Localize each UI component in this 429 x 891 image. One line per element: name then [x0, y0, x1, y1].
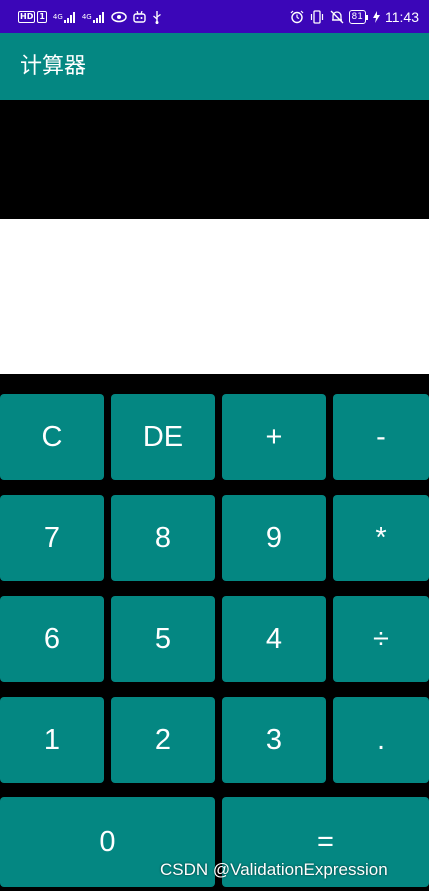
divide-button[interactable]: ÷	[333, 596, 429, 682]
hd-badge: HD	[18, 11, 36, 23]
eye-icon	[110, 11, 127, 23]
digit-5-button[interactable]: 5	[111, 596, 215, 682]
alarm-icon	[290, 10, 304, 24]
digit-9-button[interactable]: 9	[222, 495, 326, 581]
vibrate-icon	[309, 10, 325, 24]
status-bar: HD 1 4G 4G 81 11:43	[0, 0, 429, 33]
battery-icon: 81	[348, 10, 366, 24]
network-type-label-2: 4G	[81, 13, 92, 21]
sim-badge: 1	[37, 11, 47, 23]
charging-icon	[373, 11, 380, 23]
digit-4-button[interactable]: 4	[222, 596, 326, 682]
app-bar: 计算器	[0, 33, 429, 100]
signal-strength-icon-2: 4G	[81, 11, 105, 23]
notification-bot-icon	[133, 11, 146, 23]
battery-level: 81	[351, 12, 363, 22]
digit-3-button[interactable]: 3	[222, 697, 326, 783]
digit-1-button[interactable]: 1	[0, 697, 104, 783]
digit-7-button[interactable]: 7	[0, 495, 104, 581]
expression-display	[0, 100, 429, 219]
add-button[interactable]: +	[222, 394, 326, 480]
mute-bell-icon	[330, 10, 344, 24]
clock: 11:43	[385, 9, 419, 25]
digit-2-button[interactable]: 2	[111, 697, 215, 783]
usb-icon	[152, 10, 162, 24]
delete-button[interactable]: DE	[111, 394, 215, 480]
watermark: CSDN @ValidationExpression	[160, 860, 388, 879]
status-bar-right: 81 11:43	[285, 6, 419, 28]
result-display	[0, 219, 429, 374]
battery-tip	[366, 14, 368, 20]
multiply-button[interactable]: *	[333, 495, 429, 581]
clear-button[interactable]: C	[0, 394, 104, 480]
status-bar-left: HD 1 4G 4G	[18, 8, 168, 26]
network-type-label-1: 4G	[52, 13, 63, 21]
signal-strength-icon-1: 4G	[52, 11, 76, 23]
decimal-point-button[interactable]: .	[333, 697, 429, 783]
app-title: 计算器	[20, 54, 87, 79]
digit-8-button[interactable]: 8	[111, 495, 215, 581]
digit-6-button[interactable]: 6	[0, 596, 104, 682]
subtract-button[interactable]: -	[333, 394, 429, 480]
keypad: C DE + - 7 8 9 * 6 5 4 ÷ 1 2 3 . 0 =	[0, 374, 429, 891]
